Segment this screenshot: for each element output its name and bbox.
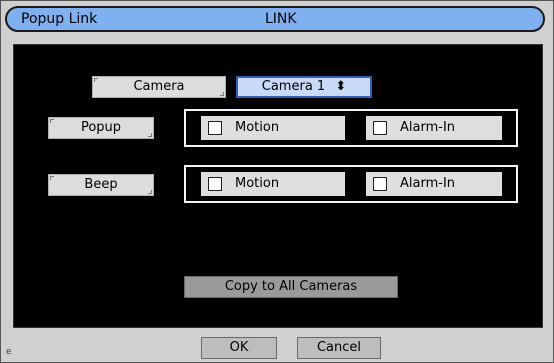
title-bar: Popup Link LINK — [5, 6, 545, 32]
beep-label: Beep — [48, 174, 154, 196]
checkbox-label: Alarm-In — [400, 176, 456, 191]
checkbox-icon — [208, 177, 222, 191]
window-title: Popup Link — [21, 11, 98, 27]
camera-label: Camera — [92, 76, 226, 98]
popup-motion-checkbox[interactable]: Motion — [201, 116, 345, 140]
checkbox-icon — [208, 121, 222, 135]
popup-alarm-in-checkbox[interactable]: Alarm-In — [366, 116, 502, 140]
checkbox-label: Alarm-In — [400, 120, 456, 135]
copy-to-all-cameras-button[interactable]: Copy to All Cameras — [184, 276, 398, 298]
beep-options-group: Motion Alarm-In — [184, 165, 518, 203]
camera-select-value: Camera 1 — [261, 79, 326, 94]
beep-alarm-in-checkbox[interactable]: Alarm-In — [366, 172, 502, 196]
popup-options-group: Motion Alarm-In — [184, 109, 518, 147]
cancel-button[interactable]: Cancel — [297, 337, 381, 359]
section-title: LINK — [265, 11, 297, 27]
camera-select[interactable]: Camera 1 ⬍ — [236, 76, 372, 98]
popup-label: Popup — [48, 117, 154, 139]
beep-motion-checkbox[interactable]: Motion — [201, 172, 345, 196]
checkbox-label: Motion — [235, 176, 280, 191]
checkbox-icon — [373, 121, 387, 135]
popup-link-dialog: Popup Link LINK Camera Camera 1 ⬍ Popup … — [0, 0, 554, 363]
ok-button[interactable]: OK — [201, 337, 277, 359]
settings-panel: Camera Camera 1 ⬍ Popup Motion Alarm-In … — [13, 44, 543, 328]
checkbox-icon — [373, 177, 387, 191]
dropdown-icon: ⬍ — [335, 79, 347, 94]
checkbox-label: Motion — [235, 120, 280, 135]
footer-mark: e — [6, 347, 12, 357]
